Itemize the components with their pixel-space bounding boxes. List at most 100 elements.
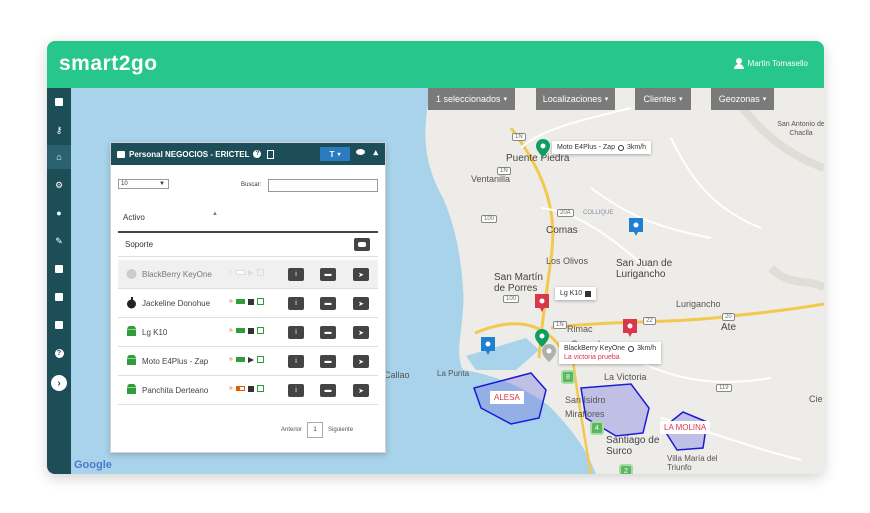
cluster-marker[interactable]: 2 bbox=[619, 464, 633, 474]
sidebar-item-list[interactable] bbox=[47, 313, 71, 337]
group-chat-button[interactable] bbox=[354, 238, 370, 251]
info-button[interactable]: i bbox=[288, 268, 304, 281]
map-view[interactable]: Puente Piedra Ventanilla Comas Los Olivo… bbox=[71, 88, 824, 474]
chat-button[interactable]: ▬ bbox=[320, 268, 336, 281]
sidebar-item-help[interactable]: ? bbox=[47, 341, 71, 365]
user-menu[interactable]: Martin Tomasello bbox=[733, 58, 808, 69]
calendar-icon bbox=[256, 385, 264, 392]
pagination: Anterior 1 Siguiente bbox=[281, 422, 353, 438]
road-badge: 100 bbox=[481, 215, 498, 223]
stop-icon bbox=[585, 290, 592, 297]
prev-page-button[interactable]: Anterior bbox=[281, 427, 302, 433]
blue-client-marker[interactable] bbox=[629, 218, 643, 236]
app-window: smart2go Martin Tomasello ⚷ ⌂ ⚙ ● ✎ ? › bbox=[47, 41, 824, 474]
help-icon[interactable]: ? bbox=[253, 150, 262, 158]
device-status-icons: » bbox=[229, 298, 264, 305]
page-number-button[interactable]: 1 bbox=[307, 422, 324, 438]
table-icon bbox=[117, 150, 125, 158]
battery-icon bbox=[235, 270, 245, 275]
map-label-chaclla: San Antonio de Chaclla bbox=[777, 121, 824, 137]
chat-button[interactable]: ▬ bbox=[320, 326, 336, 339]
panel-header: Personal NEGOCIOS - ERICTEL ? T ▾ ▴ bbox=[111, 143, 385, 165]
sidebar-item-gears[interactable]: ⚙ bbox=[47, 173, 71, 197]
signal-icon: » bbox=[229, 385, 233, 392]
info-button[interactable]: i bbox=[288, 384, 304, 397]
signal-icon: » bbox=[229, 356, 233, 363]
device-list-panel: Personal NEGOCIOS - ERICTEL ? T ▾ ▴ 10 ▼ B… bbox=[110, 142, 386, 453]
locate-button[interactable]: ➤ bbox=[353, 384, 369, 397]
battery-icon bbox=[235, 386, 245, 391]
user-name: Martin Tomasello bbox=[747, 59, 808, 68]
locate-button[interactable]: ➤ bbox=[353, 326, 369, 339]
clock-icon bbox=[617, 144, 624, 151]
column-header-activo[interactable]: Activo bbox=[123, 213, 145, 222]
info-button[interactable]: i bbox=[288, 297, 304, 310]
sidebar-item-map-marker[interactable]: ● bbox=[47, 201, 71, 225]
green-device-marker[interactable] bbox=[536, 139, 550, 157]
locate-button[interactable]: ➤ bbox=[353, 297, 369, 310]
map-label-cie: Cie bbox=[809, 394, 823, 404]
blue-client-marker[interactable] bbox=[481, 337, 495, 355]
red-device-marker[interactable] bbox=[535, 294, 549, 312]
info-button[interactable]: i bbox=[288, 355, 304, 368]
export-icon[interactable] bbox=[267, 149, 275, 159]
sidebar-item-home[interactable]: ⌂ bbox=[47, 145, 71, 169]
next-page-button[interactable]: Siguiente bbox=[328, 427, 353, 433]
sidebar-item-edit[interactable]: ✎ bbox=[47, 229, 71, 253]
map-label-san-juan: San Juan de Lurigancho bbox=[616, 258, 673, 280]
sidebar-item-file[interactable] bbox=[47, 285, 71, 309]
collapse-chevron-icon[interactable]: ▴ bbox=[373, 147, 378, 158]
cluster-marker[interactable]: 4 bbox=[590, 421, 604, 435]
tooltip-blackberry: BlackBerry KeyOne 3km/h La victoria prueb… bbox=[559, 342, 662, 364]
signal-icon: » bbox=[229, 269, 233, 276]
filter-button[interactable]: T ▾ bbox=[320, 147, 350, 161]
search-input[interactable] bbox=[268, 179, 378, 192]
zone-label-alesa: ALESA bbox=[490, 391, 524, 404]
selected-dropdown-button[interactable]: 1 seleccionados ▾ bbox=[428, 88, 515, 110]
map-label-ate: Ate bbox=[721, 322, 737, 333]
signal-icon: » bbox=[229, 327, 233, 334]
key-icon: ⚷ bbox=[55, 124, 63, 135]
android-icon bbox=[127, 384, 136, 394]
device-row[interactable]: BlackBerry KeyOne » i ▬ ➤ bbox=[118, 260, 378, 289]
map-label-lurigancho: Lurigancho bbox=[676, 299, 721, 309]
sort-asc-icon[interactable]: ▲ bbox=[212, 211, 218, 217]
cluster-marker[interactable]: 8 bbox=[561, 370, 575, 384]
group-row-soporte: Soporte bbox=[118, 233, 378, 257]
clock-icon bbox=[628, 345, 635, 352]
map-marker-icon: ● bbox=[56, 208, 62, 218]
device-row[interactable]: Jackeline Donohue » i ▬ ➤ bbox=[118, 289, 378, 318]
blackberry-icon bbox=[126, 269, 137, 279]
file-icon bbox=[55, 293, 63, 301]
page-size-select[interactable]: 10 ▼ bbox=[118, 179, 169, 189]
sidebar-item-printer[interactable] bbox=[47, 257, 71, 281]
sidebar-item-key[interactable]: ⚷ bbox=[47, 118, 71, 142]
info-button[interactable]: i bbox=[288, 326, 304, 339]
zone-label-la-molina: LA MOLINA bbox=[660, 421, 711, 434]
eye-icon[interactable] bbox=[356, 149, 365, 155]
road-badge: 1N bbox=[553, 321, 567, 329]
battery-icon bbox=[235, 299, 245, 304]
locate-button[interactable]: ➤ bbox=[353, 355, 369, 368]
locations-dropdown-button[interactable]: Localizaciones ▾ bbox=[536, 88, 615, 110]
device-row[interactable]: Moto E4Plus - Zap » i ▬ ➤ bbox=[118, 347, 378, 376]
map-label-surco: Santiago de Surco bbox=[606, 435, 660, 457]
sidebar-item-building[interactable] bbox=[47, 90, 71, 114]
clients-dropdown-button[interactable]: Clientes ▾ bbox=[635, 88, 691, 110]
locate-button[interactable]: ➤ bbox=[353, 268, 369, 281]
gears-icon: ⚙ bbox=[54, 179, 64, 190]
chat-button[interactable]: ▬ bbox=[320, 297, 336, 310]
play-icon bbox=[247, 269, 254, 276]
calendar-icon bbox=[256, 327, 264, 334]
grey-device-marker[interactable] bbox=[542, 344, 556, 362]
chat-button[interactable]: ▬ bbox=[320, 355, 336, 368]
device-row[interactable]: Panchita Derteano » i ▬ ➤ bbox=[118, 376, 378, 405]
chat-button[interactable]: ▬ bbox=[320, 384, 336, 397]
road-badge: 1N bbox=[512, 133, 526, 141]
battery-icon bbox=[235, 357, 245, 362]
expand-sidebar-button[interactable]: › bbox=[51, 375, 67, 391]
red-device-marker[interactable] bbox=[623, 319, 637, 337]
google-attribution: Google bbox=[74, 459, 112, 471]
geozones-dropdown-button[interactable]: Geozonas ▾ bbox=[711, 88, 774, 110]
device-row[interactable]: Lg K10 » i ▬ ➤ bbox=[118, 318, 378, 347]
